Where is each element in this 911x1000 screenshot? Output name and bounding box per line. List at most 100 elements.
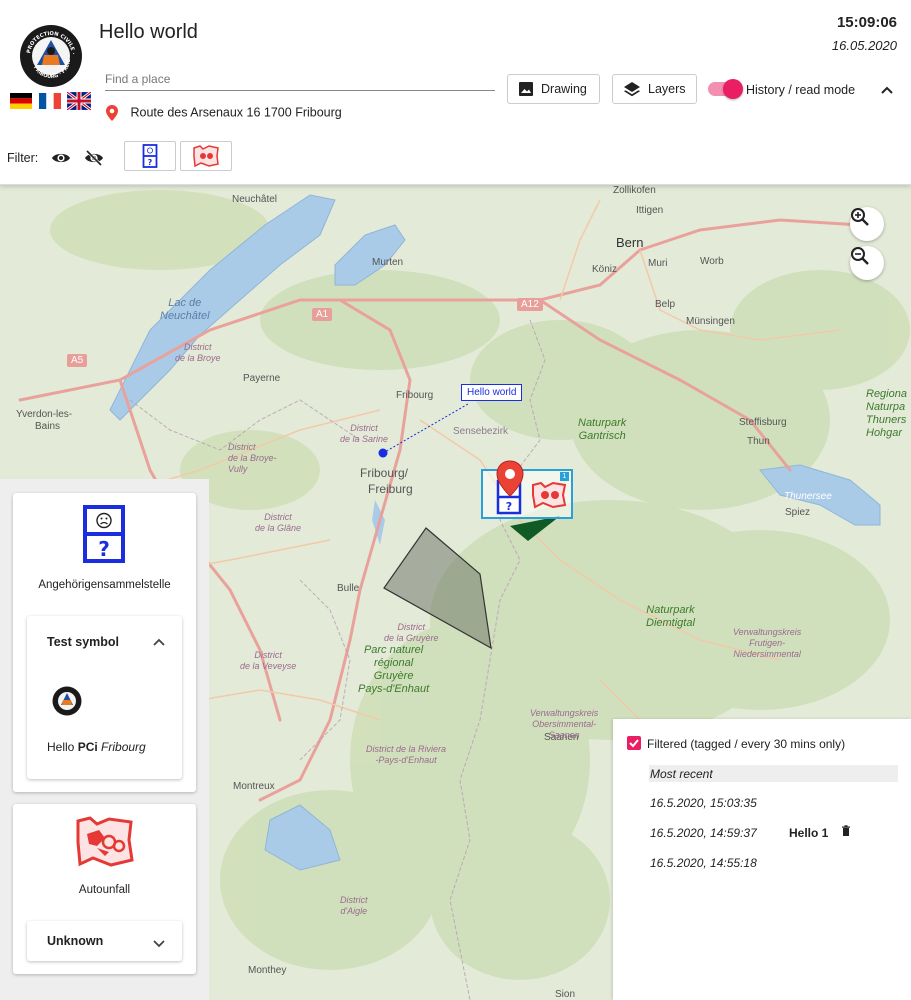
collapse-chevron-up-icon[interactable] — [152, 635, 166, 649]
map-label-gantrisch-2: Gantrisch — [578, 430, 626, 442]
angehoerige-symbol-icon: ? — [142, 144, 158, 168]
map-label-gantrisch-1: Naturpark — [578, 417, 627, 429]
map-label-sion: Sion — [555, 989, 576, 1000]
map-callout[interactable]: Hello world — [461, 384, 523, 401]
svg-text:?: ? — [98, 537, 110, 561]
map-label-yverdon-1: Yverdon-les- — [16, 409, 73, 420]
layers-button-label: Layers — [648, 82, 686, 96]
map-label-district-riviera: District de la Riviera -Pays-d'Enhaut — [366, 744, 447, 765]
map-label-thuner-park-4: Hohgar — [866, 427, 903, 439]
unknown-section[interactable]: Unknown — [27, 921, 182, 961]
address-row: Route des Arsenaux 16 1700 Fribourg — [105, 104, 342, 122]
history-entry-time[interactable]: 16.5.2020, 14:55:18 — [650, 856, 757, 870]
history-toggle[interactable] — [708, 79, 743, 99]
history-entry-name: Hello 1 — [789, 826, 829, 840]
logo: PROTECTION CIVILE · ZIVILSCHUTZ FRIBOURG… — [20, 25, 82, 87]
test-symbol-text-prefix: Hello — [47, 740, 78, 754]
symbol-badge-icon: 1 — [560, 472, 569, 481]
flag-de-icon[interactable] — [10, 93, 32, 109]
map-label-sensebezirk: Sensebezirk — [453, 426, 509, 437]
map-label-district-broye: District de la Broye — [175, 342, 221, 363]
filter-show-eye-icon[interactable] — [51, 149, 71, 167]
filter-chip-angehoerige[interactable]: ? — [124, 141, 176, 171]
map-label-district-sarine: District de la Sarine — [340, 423, 389, 444]
layers-button[interactable]: Layers — [612, 74, 697, 104]
image-icon — [519, 82, 533, 96]
map-label-monthey: Monthey — [248, 965, 287, 976]
history-entry-time[interactable]: 16.5.2020, 14:59:37 — [650, 826, 757, 840]
history-toggle-knob — [723, 79, 743, 99]
expand-chevron-down-icon[interactable] — [152, 936, 166, 950]
map-label-fribourg-big-1: Fribourg/ — [360, 466, 409, 480]
zoom-in-icon — [851, 208, 869, 226]
svg-text:?: ? — [506, 500, 512, 513]
test-symbol-text-bold: PCi — [77, 740, 98, 754]
filter-label: Filter: — [7, 151, 39, 165]
delete-trash-icon[interactable] — [841, 825, 851, 837]
map-label-koniz: Köniz — [592, 264, 618, 275]
flag-en-icon[interactable] — [67, 92, 91, 110]
clock-time: 15:09:06 — [836, 14, 897, 31]
header: PROTECTION CIVILE · ZIVILSCHUTZ FRIBOURG… — [0, 0, 911, 185]
map-label-thuner-park-1: Regiona — [866, 388, 907, 400]
map-label-gruyere: Parc naturel régional Gruyère Pays-d'Enhaut — [358, 644, 429, 696]
map-label-muri: Muri — [648, 258, 668, 269]
collapse-header-chevron-up-icon[interactable] — [880, 83, 894, 97]
most-recent-row[interactable]: Most recent — [649, 765, 898, 782]
test-symbol-text-italic: Fribourg — [101, 740, 146, 754]
map-label-thunersee: Thunersee — [784, 491, 832, 502]
map-label-zollikofen: Zollikofen — [613, 185, 656, 196]
map-label-worb: Worb — [700, 256, 724, 267]
checkmark-icon — [629, 739, 639, 748]
drawing-button[interactable]: Drawing — [507, 74, 600, 104]
filter-hide-eye-off-icon[interactable] — [84, 149, 104, 167]
symbol-card-autounfall[interactable]: Autounfall Unknown — [13, 804, 196, 974]
angehoerige-symbol-large-icon: ? — [83, 505, 125, 563]
flag-fr-icon[interactable] — [39, 93, 61, 109]
zoom-in-button[interactable] — [850, 207, 884, 241]
filter-chip-autounfall[interactable] — [180, 141, 232, 171]
autounfall-symbol-icon — [193, 145, 219, 167]
test-symbol-section: Test symbol Hello PCi Fribourg — [27, 616, 182, 779]
page-title: Hello world — [99, 21, 198, 43]
map-label-district-obersimmental: Verwaltungskreis Obersimmental- Saanen — [530, 708, 599, 740]
map-label-gruyere-1: Parc naturel — [363, 644, 424, 656]
search-input[interactable] — [105, 70, 495, 91]
map-label-belp: Belp — [655, 299, 676, 310]
map-label-district-aigle: District d'Aigle — [340, 895, 368, 916]
map-symbol-group[interactable]: ? 1 — [481, 469, 573, 519]
map-label-thuner-park-3: Thuners — [866, 414, 907, 426]
map-label-thuner-park-2: Naturpa — [866, 401, 906, 413]
filter-checkbox[interactable] — [627, 736, 641, 750]
map-label-neuchatel: Neuchâtel — [232, 194, 278, 205]
map-label-thun: Thun — [747, 436, 770, 447]
zoom-out-icon — [851, 247, 869, 265]
drawing-button-label: Drawing — [541, 82, 587, 96]
map-label-diemtig-2: Diemtigtal — [646, 617, 695, 629]
map-label-district-frutigen: Verwaltungskreis Frutigen- Niedersimment… — [733, 627, 802, 659]
map-label-fribourg-big-2: Freiburg — [368, 482, 413, 496]
clock-date: 16.05.2020 — [831, 38, 897, 53]
unknown-section-title: Unknown — [47, 934, 104, 948]
test-symbol-text: Hello PCi Fribourg — [47, 740, 146, 754]
map-label-gantrisch: Naturpark Gantrisch — [578, 417, 626, 443]
map-label-thuner-park: Regiona Naturpa Thuners Hohgar — [866, 388, 907, 440]
location-marker-icon[interactable] — [496, 460, 524, 498]
map-label-gruyere-2: régional — [374, 657, 414, 669]
map-label-montreux: Montreux — [233, 781, 275, 792]
layers-icon — [624, 82, 640, 97]
map-label-lake: Lac de Neuchâtel — [160, 297, 210, 323]
symbol-card-angehoerige[interactable]: ? Angehörigensammelstelle Test symbol He… — [13, 493, 196, 792]
map-label-district-gruyere: District de la Gruyère — [384, 622, 439, 643]
map-label-district-broye-vully: District de la Broye- Vully — [228, 442, 277, 474]
map-label-payerne: Payerne — [243, 373, 281, 384]
zoom-out-button[interactable] — [850, 246, 884, 280]
map-label-fribourg: Fribourg — [396, 390, 434, 401]
map-label-gruyere-4: Pays-d'Enhaut — [358, 683, 430, 695]
svg-text:?: ? — [148, 158, 153, 167]
history-toggle-label: History / read mode — [746, 83, 856, 97]
symbol-card-title: Angehörigensammelstelle — [38, 579, 171, 591]
map-label-munsingen: Münsingen — [686, 316, 735, 327]
callout-point[interactable] — [378, 448, 388, 458]
history-entry-time[interactable]: 16.5.2020, 15:03:35 — [650, 796, 757, 810]
